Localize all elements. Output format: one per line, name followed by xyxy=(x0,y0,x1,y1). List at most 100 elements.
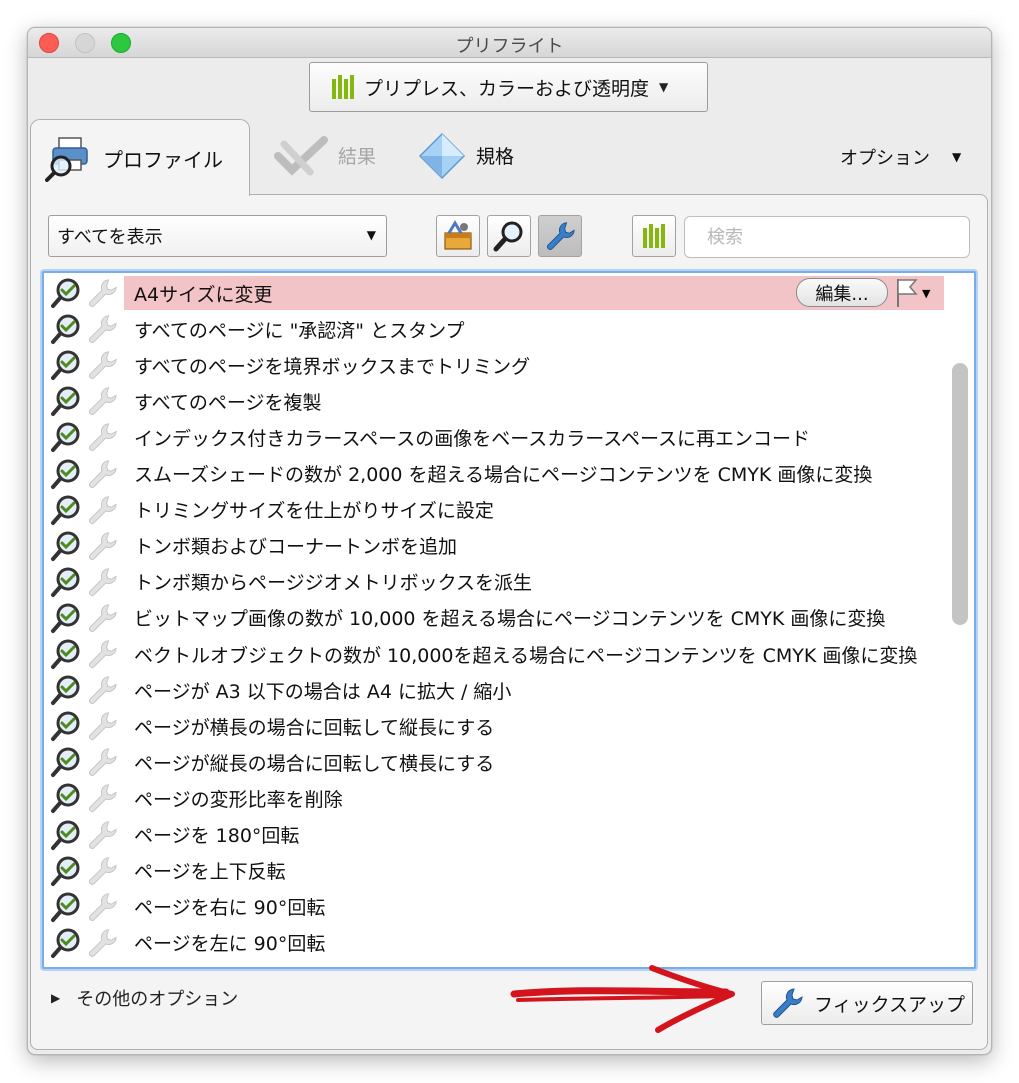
filter-selected-value: すべてを表示 xyxy=(57,227,163,248)
list-item[interactable]: ビットマップ画像の数が 10,000 を超える場合にページコンテンツを CMYK… xyxy=(50,600,938,636)
profile-category-label: プリプレス、カラーおよび透明度 xyxy=(364,77,650,100)
wrench-disabled-icon xyxy=(89,748,117,777)
chevron-down-icon: ▼ xyxy=(952,150,962,164)
fixup-label: A4サイズに変更 xyxy=(134,283,273,306)
list-item[interactable]: すべてのページを複製 xyxy=(50,383,938,419)
list-item[interactable]: トリミングサイズを仕上がりサイズに設定 xyxy=(50,492,938,528)
results-check-icon xyxy=(274,135,328,176)
fixup-label: ビットマップ画像の数が 10,000 を超える場合にページコンテンツを CMYK… xyxy=(134,608,886,631)
edit-button[interactable]: 編集... xyxy=(796,278,888,307)
list-item[interactable]: ページの変形比率を削除 xyxy=(50,780,938,816)
fixup-label: トリミングサイズを仕上がりサイズに設定 xyxy=(134,500,494,523)
fixup-label: ページの変形比率を削除 xyxy=(134,788,343,811)
wrench-icon xyxy=(547,222,575,250)
chevron-down-icon: ▼ xyxy=(922,286,931,300)
wrench-disabled-icon xyxy=(89,495,117,524)
tab-profiles[interactable]: プロファイル xyxy=(30,119,250,196)
tab-results[interactable]: 結果 xyxy=(274,128,376,183)
wrench-disabled-icon xyxy=(89,351,117,380)
filter-dropdown[interactable]: すべてを表示 ▼ xyxy=(48,215,387,257)
row-icons xyxy=(50,349,124,381)
list-item[interactable]: すべてのページを境界ボックスまでトリミング xyxy=(50,347,938,383)
check-magnifier-icon xyxy=(51,422,80,453)
row-icons xyxy=(50,566,124,598)
wrench-disabled-icon xyxy=(89,676,117,705)
check-magnifier-icon xyxy=(51,928,80,958)
wrench-icon xyxy=(773,988,803,1018)
list-item[interactable]: インデックス付きカラースペースの画像をベースカラースペースに再エンコード xyxy=(50,419,938,455)
more-options-label: その他のオプション xyxy=(76,989,239,1010)
title-bar: プリフライト xyxy=(28,28,991,58)
list-item[interactable]: A4サイズに変更 編集... ▼ xyxy=(50,275,944,311)
fixup-label: トンボ類からページジオメトリボックスを派生 xyxy=(134,572,533,595)
fixup-label: ベクトルオブジェクトの数が 10,000を超える場合にページコンテンツを CMY… xyxy=(134,644,918,667)
fixup-list: A4サイズに変更 編集... ▼ すべてのページに "承認済" とスタンプすべてのペー… xyxy=(42,271,976,969)
row-icons xyxy=(50,313,124,345)
check-magnifier-icon xyxy=(51,386,80,417)
list-item[interactable]: ページを上下反転 xyxy=(50,853,938,889)
fixup-button-label: フィックスアップ xyxy=(814,993,966,1016)
fixup-button[interactable]: フィックスアップ xyxy=(761,981,973,1025)
row-icons xyxy=(50,385,124,417)
green-bars-icon xyxy=(643,224,665,248)
wrench-disabled-icon xyxy=(89,459,117,488)
list-item[interactable]: ページが縦長の場合に回転して横長にする xyxy=(50,744,938,780)
fixup-label: すべてのページに "承認済" とスタンプ xyxy=(134,319,465,342)
row-icons xyxy=(50,710,124,742)
check-magnifier-icon xyxy=(51,856,80,886)
list-item[interactable]: トンボ類からページジオメトリボックスを派生 xyxy=(50,564,938,600)
wrench-disabled-icon xyxy=(89,784,117,813)
fixup-label: ページが縦長の場合に回転して横長にする xyxy=(134,752,495,775)
row-icons xyxy=(50,782,124,814)
row-icons xyxy=(50,494,124,526)
list-item[interactable]: ページを左に 90°回転 xyxy=(50,925,938,961)
row-icons xyxy=(50,674,124,706)
more-options-disclosure[interactable]: ▶ その他のオプション xyxy=(51,985,238,1011)
fixup-label: ページを上下反転 xyxy=(134,861,286,884)
toolbox-button[interactable] xyxy=(436,215,480,257)
wrench-disabled-icon xyxy=(89,387,117,416)
row-icons xyxy=(50,855,124,887)
list-item[interactable]: すべてのページに "承認済" とスタンプ xyxy=(50,311,938,347)
row-icons xyxy=(50,458,124,490)
row-icons xyxy=(50,530,124,562)
scrollbar-thumb[interactable] xyxy=(952,363,968,625)
profile-category-dropdown[interactable]: プリプレス、カラーおよび透明度 ▼ xyxy=(309,62,708,112)
check-magnifier-icon xyxy=(51,459,80,489)
fixup-filter-button[interactable] xyxy=(538,215,582,257)
search-input[interactable] xyxy=(684,216,970,258)
wrench-disabled-icon xyxy=(89,279,117,307)
check-magnifier-icon xyxy=(51,531,80,561)
wrench-disabled-icon xyxy=(89,568,117,596)
check-button[interactable] xyxy=(487,215,531,257)
wrench-disabled-icon xyxy=(89,856,117,885)
list-item[interactable]: ページが横長の場合に回転して縦長にする xyxy=(50,708,938,744)
row-icons xyxy=(50,277,124,309)
toolbox-icon xyxy=(444,220,472,250)
options-menu[interactable]: オプション ▼ xyxy=(840,144,961,170)
fixup-label: ページを 180°回転 xyxy=(134,825,300,847)
profiles-button[interactable] xyxy=(632,215,676,257)
check-magnifier-icon xyxy=(51,711,80,742)
magnifier-icon xyxy=(493,221,523,252)
wrench-disabled-icon xyxy=(89,640,117,668)
check-magnifier-icon xyxy=(51,567,80,597)
list-item[interactable]: スムーズシェードの数が 2,000 を超える場合にページコンテンツを CMYK … xyxy=(50,456,938,492)
fixup-label: ページが横長の場合に回転して縦長にする xyxy=(134,716,495,739)
flag-icon xyxy=(897,279,918,307)
list-item[interactable]: ページを 180°回転 xyxy=(50,817,938,853)
profiles-panel: すべてを表示 ▼ A4サイズに変更編 xyxy=(30,194,988,1050)
wrench-disabled-icon xyxy=(89,532,117,560)
preflight-window: プリフライト プリプレス、カラーおよび透明度 ▼ プロファイル 結果 規格 オプ… xyxy=(27,27,992,1055)
fixup-label: ページが A3 以下の場合は A4 に拡大 / 縮小 xyxy=(134,680,512,703)
check-magnifier-icon xyxy=(51,783,80,814)
list-item[interactable]: ページが A3 以下の場合は A4 に拡大 / 縮小 xyxy=(50,672,938,708)
list-item[interactable]: トンボ類およびコーナートンボを追加 xyxy=(50,528,938,564)
tab-standards[interactable]: 規格 xyxy=(418,128,514,183)
list-item[interactable]: ベクトルオブジェクトの数が 10,000を超える場合にページコンテンツを CMY… xyxy=(50,636,938,672)
profile-printer-magnifier-icon xyxy=(45,137,88,182)
flag-menu[interactable]: ▼ xyxy=(894,277,930,309)
wrench-disabled-icon xyxy=(89,315,117,344)
fixup-label: ページを左に 90°回転 xyxy=(134,933,326,956)
list-item[interactable]: ページを右に 90°回転 xyxy=(50,889,938,925)
